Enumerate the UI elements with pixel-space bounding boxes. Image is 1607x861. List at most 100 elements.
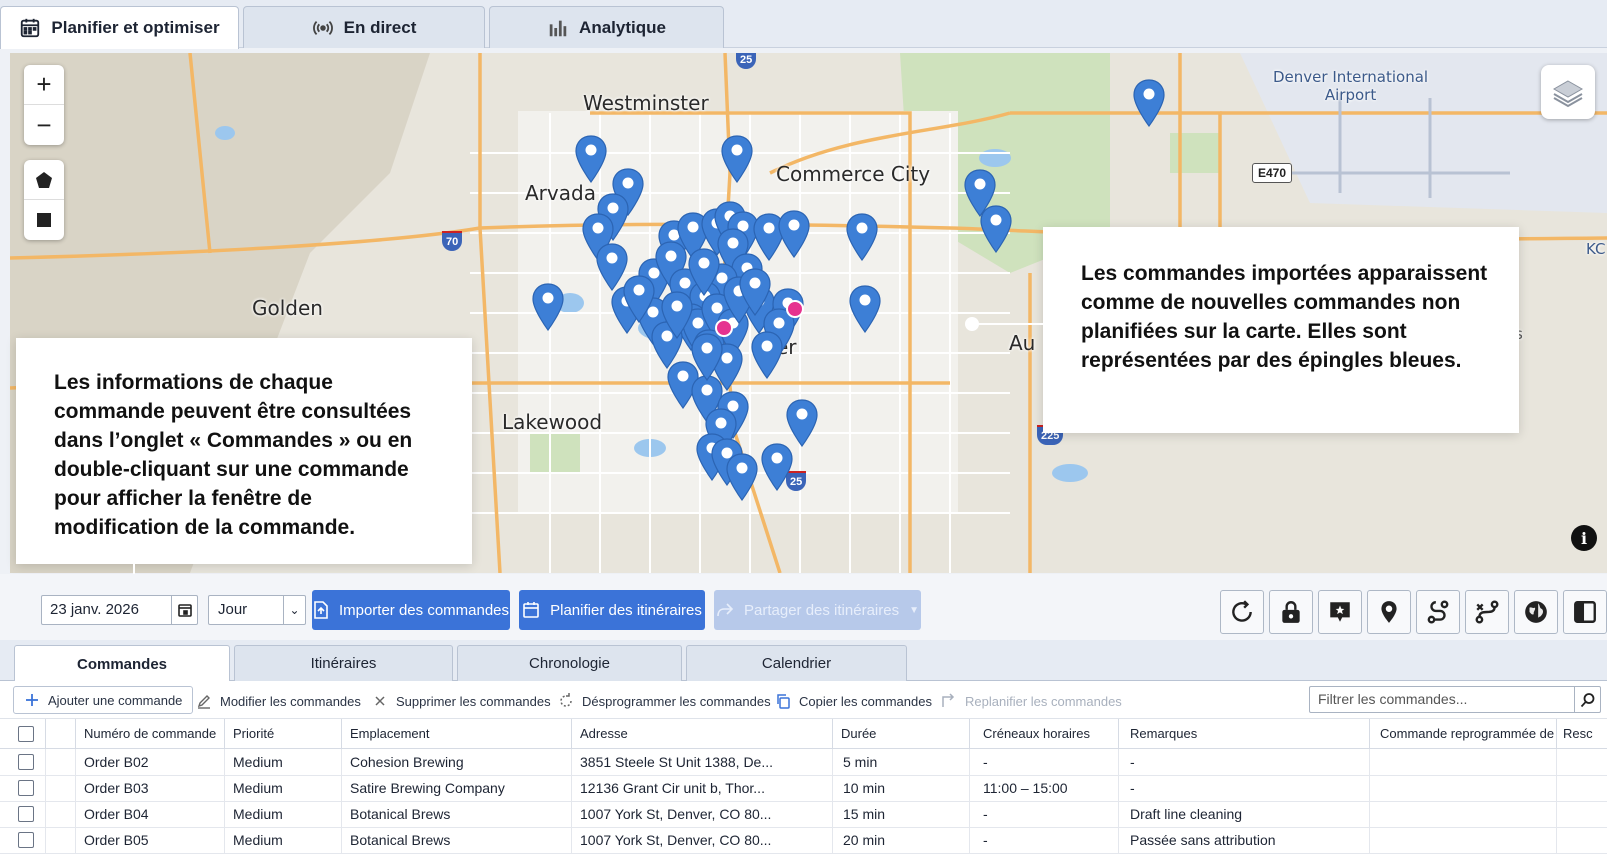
row-checkbox[interactable]	[18, 780, 34, 796]
table-row[interactable]: Order B05 Medium Botanical Brews 1007 York …	[0, 827, 1607, 854]
table-cell: 1007 York St, Denver, CO 80...	[572, 801, 833, 827]
zoom-in-button[interactable]: +	[24, 65, 64, 105]
tab-en-direct[interactable]: En direct	[243, 6, 485, 48]
date-picker[interactable]: 23 janv. 2026	[41, 595, 198, 625]
col-header-rescheduled-from[interactable]: Commande reprogrammée de	[1370, 719, 1557, 748]
route-alt-button[interactable]	[1465, 590, 1509, 634]
col-header-order-number[interactable]: Numéro de commande	[76, 719, 225, 748]
table-cell: -	[970, 801, 1119, 827]
draw-rectangle-button[interactable]	[24, 200, 64, 240]
reschedule-orders-button[interactable]: Replanifier les commandes	[941, 688, 1122, 714]
import-orders-label: Importer des commandes	[338, 601, 510, 619]
table-cell: 10 min	[833, 775, 970, 801]
unscheduled-order-marker[interactable]	[715, 319, 733, 337]
route-icon	[1427, 600, 1449, 624]
table-row[interactable]: Order B02 Medium Cohesion Brewing 3851 Stee…	[0, 749, 1607, 776]
select-all-cell	[0, 719, 46, 748]
order-pin[interactable]	[750, 331, 784, 380]
copy-orders-button[interactable]: Copier les commandes	[775, 688, 932, 714]
filter-placeholder: Filtrer les commandes...	[1318, 691, 1468, 707]
order-pin[interactable]	[574, 135, 608, 184]
refresh-button[interactable]	[1220, 590, 1264, 634]
table-cell	[1557, 749, 1607, 775]
order-pin[interactable]	[777, 210, 811, 259]
map-pin-icon	[1381, 601, 1397, 623]
col-header-location[interactable]: Emplacement	[342, 719, 572, 748]
order-pin[interactable]	[1132, 79, 1166, 128]
airport-line1: Denver International	[1273, 68, 1429, 86]
table-cell	[1370, 827, 1557, 853]
order-pin[interactable]	[979, 205, 1013, 254]
col-header-address[interactable]: Adresse	[572, 719, 833, 748]
order-pin[interactable]	[760, 443, 794, 492]
map-layers-button[interactable]	[1541, 65, 1595, 119]
plan-routes-button[interactable]: Planifier des itinéraires	[519, 590, 705, 630]
col-header-time-windows[interactable]: Créneaux horaires	[970, 719, 1119, 748]
calendar-icon	[21, 18, 40, 38]
order-pin[interactable]	[725, 453, 759, 502]
filter-orders-input[interactable]: Filtrer les commandes...	[1309, 686, 1601, 713]
lock-button[interactable]	[1269, 590, 1313, 634]
tab-analytique[interactable]: Analytique	[489, 6, 724, 48]
order-pin[interactable]	[845, 213, 879, 262]
order-pin[interactable]	[687, 248, 721, 297]
row-checkbox[interactable]	[18, 832, 34, 848]
col-header-resc[interactable]: Resc	[1557, 719, 1607, 748]
zoom-out-button[interactable]: −	[24, 105, 64, 145]
edit-orders-label: Modifier les commandes	[220, 693, 361, 709]
edit-orders-button[interactable]: Modifier les commandes	[196, 688, 361, 714]
layers-icon	[1552, 80, 1584, 108]
tab-label: Analytique	[579, 17, 666, 37]
order-pin[interactable]	[660, 291, 694, 340]
select-all-checkbox[interactable]	[18, 725, 34, 742]
tab-itineraires[interactable]: Itinéraires	[234, 645, 453, 681]
add-order-button[interactable]: Ajouter une commande	[13, 686, 194, 714]
add-order-label: Ajouter une commande	[48, 692, 183, 708]
table-cell	[1557, 775, 1607, 801]
location-button[interactable]	[1367, 590, 1411, 634]
tab-planifier[interactable]: Planifier et optimiser	[0, 6, 239, 49]
order-pin[interactable]	[531, 283, 565, 332]
map-info-button[interactable]: i	[1571, 525, 1597, 551]
square-icon	[37, 213, 51, 227]
tab-calendrier[interactable]: Calendrier	[686, 645, 907, 681]
table-cell	[1370, 749, 1557, 775]
side-panel-button[interactable]	[1563, 590, 1607, 634]
share-routes-button[interactable]: Partager des itinéraires ▼	[714, 590, 921, 630]
reschedule-icon	[942, 693, 955, 707]
order-pin[interactable]	[785, 399, 819, 448]
table-row[interactable]: Order B03 Medium Satire Brewing Company 121…	[0, 775, 1607, 802]
globe-button[interactable]	[1514, 590, 1558, 634]
order-pin[interactable]	[622, 275, 656, 324]
calendar-picker-icon[interactable]	[171, 596, 197, 624]
row-checkbox[interactable]	[18, 754, 34, 770]
tab-chronologie[interactable]: Chronologie	[457, 645, 682, 681]
draw-polygon-button[interactable]	[24, 160, 64, 200]
city-label-aurora: Au	[1009, 331, 1036, 355]
order-pin[interactable]	[690, 333, 724, 382]
order-pin[interactable]	[720, 135, 754, 184]
city-label-arvada: Arvada	[525, 181, 596, 205]
search-icon[interactable]	[1574, 687, 1600, 712]
period-select[interactable]: Jour ⌄	[208, 595, 306, 625]
col-header-priority[interactable]: Priorité	[225, 719, 342, 748]
tab-commandes[interactable]: Commandes	[14, 645, 230, 682]
table-row[interactable]: Order B04 Medium Botanical Brews 1007 York …	[0, 801, 1607, 828]
table-cell: Draft line cleaning	[1119, 801, 1370, 827]
order-pin[interactable]	[738, 268, 772, 317]
row-checkbox[interactable]	[18, 806, 34, 822]
unschedule-icon	[560, 693, 572, 707]
col-header-duration[interactable]: Durée	[833, 719, 970, 748]
col-header-remarks[interactable]: Remarques	[1119, 719, 1370, 748]
delete-orders-button[interactable]: Supprimer les commandes	[372, 688, 551, 714]
date-value: 23 janv. 2026	[50, 601, 139, 618]
order-pin[interactable]	[848, 285, 882, 334]
lock-icon	[1282, 601, 1300, 623]
city-label-westminster: Westminster	[583, 91, 709, 115]
pinned-message-button[interactable]	[1318, 590, 1362, 634]
table-cell: -	[1119, 749, 1370, 775]
import-orders-button[interactable]: Importer des commandes	[312, 590, 510, 630]
unschedule-orders-button[interactable]: Désprogrammer les commandes	[558, 688, 771, 714]
unscheduled-order-marker[interactable]	[786, 300, 804, 318]
route-path-button[interactable]	[1416, 590, 1460, 634]
